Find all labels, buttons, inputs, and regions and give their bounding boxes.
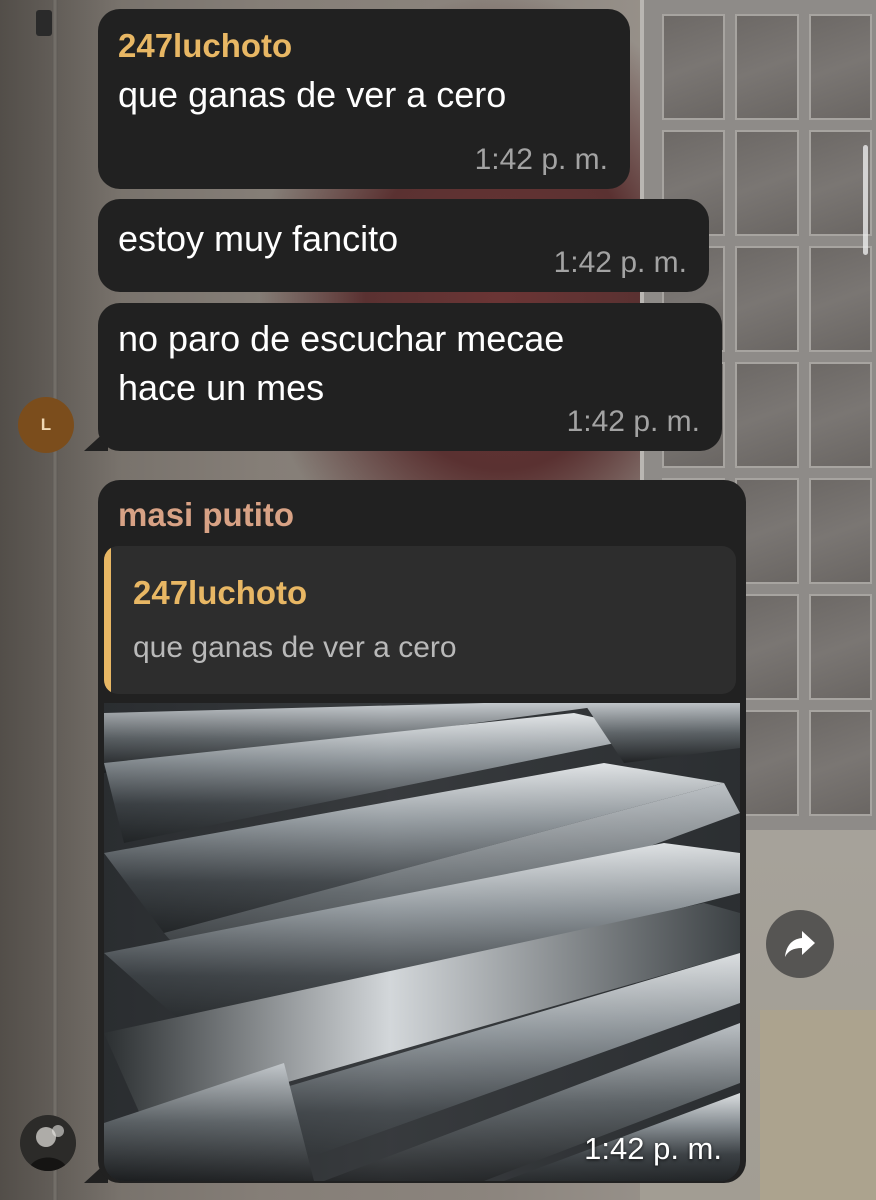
message-time: 1:42 p. m. bbox=[566, 405, 700, 438]
window-pane bbox=[735, 362, 799, 468]
message-bubble[interactable]: no paro de escuchar mecae hace un mes 1:… bbox=[98, 303, 722, 451]
message-sender[interactable]: masi putito bbox=[118, 496, 746, 534]
reply-quote-sender: 247luchoto bbox=[133, 574, 308, 611]
window-pane bbox=[808, 246, 872, 352]
share-arrow-icon bbox=[785, 931, 815, 957]
share-button[interactable] bbox=[766, 910, 834, 978]
reply-quote-bar bbox=[104, 546, 111, 694]
message-bubble[interactable]: estoy muy fancito 1:42 p. m. bbox=[98, 199, 709, 292]
wallpaper-knob bbox=[36, 10, 52, 36]
window-pane bbox=[662, 14, 726, 120]
wallpaper-pole bbox=[52, 0, 58, 1200]
avatar-photo-icon bbox=[20, 1115, 76, 1171]
window-pane bbox=[808, 478, 872, 584]
steel-bars-image bbox=[104, 703, 740, 1181]
message-text: que ganas de ver a cero bbox=[118, 74, 507, 115]
window-pane bbox=[735, 14, 799, 120]
sender-avatar[interactable]: L bbox=[18, 397, 74, 453]
message-photo[interactable]: 1:42 p. m. bbox=[104, 703, 740, 1181]
message-sender[interactable]: 247luchoto bbox=[118, 27, 608, 65]
scroll-indicator[interactable] bbox=[863, 145, 868, 255]
message-bubble[interactable]: 247luchoto que ganas de ver a cero 1:42 … bbox=[98, 9, 630, 189]
avatar-initial: L bbox=[40, 415, 52, 434]
message-time: 1:42 p. m. bbox=[584, 1131, 722, 1166]
window-pane bbox=[735, 246, 799, 352]
window-pane bbox=[808, 710, 872, 816]
message-time: 1:42 p. m. bbox=[553, 246, 687, 279]
wallpaper-floor-tile bbox=[760, 1010, 876, 1200]
window-pane bbox=[808, 362, 872, 468]
sender-avatar[interactable] bbox=[20, 1115, 76, 1171]
message-time: 1:42 p. m. bbox=[474, 143, 608, 176]
reply-quote-text: que ganas de ver a cero bbox=[133, 631, 457, 664]
reply-quote[interactable]: 247luchoto que ganas de ver a cero bbox=[104, 546, 736, 694]
message-text-line: no paro de escuchar mecae bbox=[118, 318, 565, 359]
window-pane bbox=[808, 14, 872, 120]
window-pane bbox=[808, 594, 872, 700]
window-pane bbox=[735, 130, 799, 236]
